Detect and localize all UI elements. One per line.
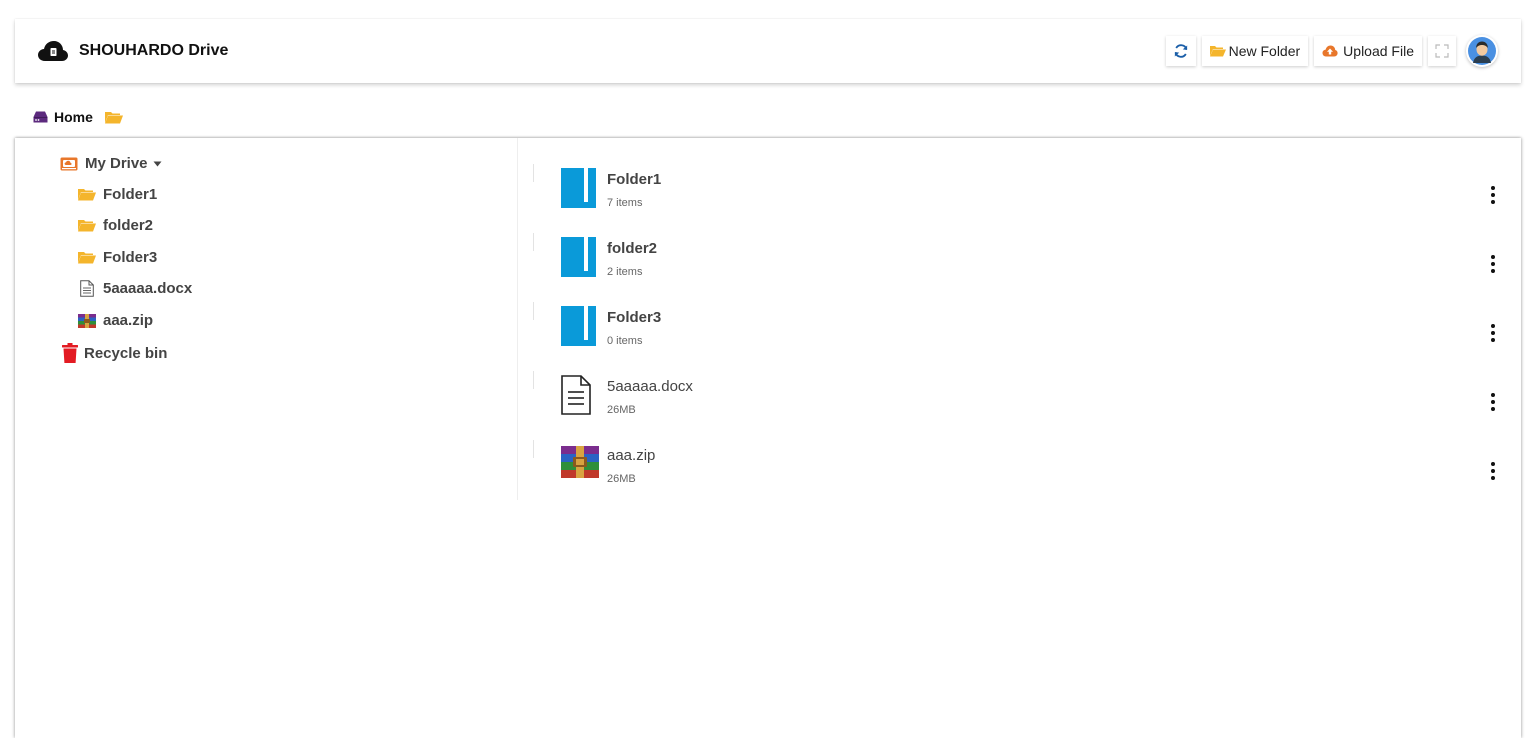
tree-label: Folder1: [103, 186, 158, 203]
document-icon: [76, 280, 98, 297]
upload-file-button[interactable]: Upload File: [1314, 36, 1422, 66]
row-divider: [533, 164, 534, 182]
brand[interactable]: SHOUHARDO Drive: [37, 40, 228, 62]
item-meta: 0 items: [607, 335, 643, 347]
folder-icon: [561, 168, 597, 208]
tree-item-recycle-bin[interactable]: Recycle bin: [60, 343, 167, 363]
item-meta: 7 items: [607, 197, 643, 209]
app-title: SHOUHARDO Drive: [79, 42, 229, 59]
item-meta: 2 items: [607, 266, 643, 278]
upload-file-label: Upload File: [1343, 43, 1414, 59]
tree-label: aaa.zip: [103, 312, 154, 329]
row-divider: [533, 302, 534, 320]
list-item[interactable]: 5aaaaa.docx 26MB: [533, 363, 1503, 423]
caret-down-icon[interactable]: [153, 161, 162, 167]
more-options-icon[interactable]: [1483, 253, 1503, 275]
new-folder-label: New Folder: [1228, 43, 1301, 59]
item-name[interactable]: folder2: [607, 240, 657, 257]
tree-item-folder[interactable]: Folder3: [76, 249, 157, 266]
drive-icon: [58, 157, 80, 171]
folder-open-icon: [76, 251, 98, 264]
item-name[interactable]: 5aaaaa.docx: [607, 378, 693, 395]
more-options-icon[interactable]: [1483, 184, 1503, 206]
list-item[interactable]: Folder3 0 items: [533, 294, 1503, 354]
tree-label: Folder3: [103, 249, 158, 266]
refresh-icon: [1173, 43, 1189, 59]
tree-item-file[interactable]: aaa.zip: [76, 312, 153, 329]
folder-open-icon: [76, 219, 98, 232]
user-avatar[interactable]: [1466, 35, 1498, 67]
app-header: SHOUHARDO Drive New Folder Upload File: [15, 19, 1521, 83]
trash-icon: [60, 343, 80, 363]
folder-open-icon[interactable]: [104, 111, 123, 124]
refresh-button[interactable]: [1165, 36, 1196, 66]
breadcrumb-home[interactable]: Home: [54, 109, 93, 125]
item-meta: 26MB: [607, 473, 636, 485]
list-item[interactable]: aaa.zip 26MB: [533, 432, 1503, 492]
item-name[interactable]: Folder1: [607, 171, 661, 188]
tree-label: 5aaaaa.docx: [103, 280, 193, 297]
folder-open-icon: [1209, 45, 1226, 57]
item-name[interactable]: Folder3: [607, 309, 661, 326]
fullscreen-icon: [1435, 44, 1449, 58]
document-icon: [561, 375, 597, 415]
main-panel: My Drive Folder1 folder2 Folder3 5aaaaa.…: [15, 138, 1521, 738]
fullscreen-button[interactable]: [1428, 36, 1456, 66]
list-item[interactable]: Folder1 7 items: [533, 156, 1503, 216]
more-options-icon[interactable]: [1483, 322, 1503, 344]
row-divider: [533, 440, 534, 458]
folder-icon: [561, 237, 597, 277]
tree-item-folder[interactable]: Folder1: [76, 186, 157, 203]
tree-item-file[interactable]: 5aaaaa.docx: [76, 280, 192, 297]
item-meta: 26MB: [607, 404, 636, 416]
cloud-file-icon: [37, 40, 69, 62]
drive-home-icon: [33, 111, 48, 123]
row-divider: [533, 233, 534, 251]
tree-label-my-drive: My Drive: [85, 155, 148, 172]
new-folder-button[interactable]: New Folder: [1201, 36, 1309, 66]
more-options-icon[interactable]: [1483, 391, 1503, 413]
row-divider: [533, 371, 534, 389]
archive-icon: [76, 313, 98, 328]
folder-open-icon: [76, 188, 98, 201]
toolbar: New Folder Upload File: [1165, 35, 1498, 67]
tree-item-my-drive[interactable]: My Drive: [58, 155, 162, 172]
breadcrumb: Home: [33, 109, 123, 125]
more-options-icon[interactable]: [1483, 460, 1503, 482]
archive-icon: [561, 446, 599, 486]
item-name[interactable]: aaa.zip: [607, 447, 655, 464]
folder-icon: [561, 306, 597, 346]
tree-label-recycle-bin: Recycle bin: [84, 344, 168, 362]
tree-label: folder2: [103, 217, 154, 234]
list-item[interactable]: folder2 2 items: [533, 225, 1503, 285]
folder-tree: My Drive Folder1 folder2 Folder3 5aaaaa.…: [15, 138, 518, 500]
tree-item-folder[interactable]: folder2: [76, 217, 153, 234]
cloud-upload-icon: [1322, 45, 1338, 57]
